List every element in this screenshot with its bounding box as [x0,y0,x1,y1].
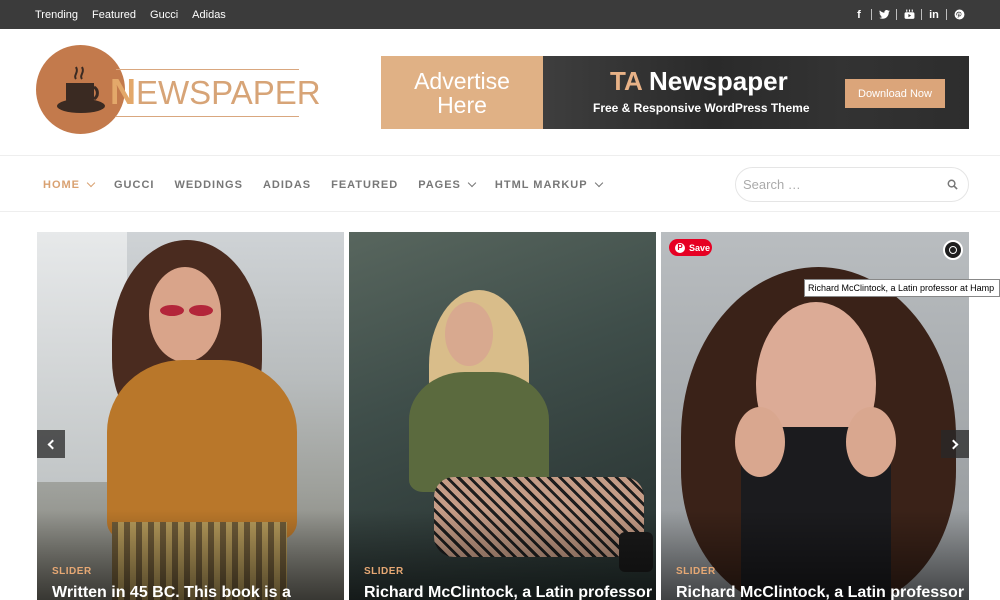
nav-item-label: HTML MARKUP [494,178,588,191]
slider-next-button[interactable] [941,430,969,458]
slider-prev-button[interactable] [37,430,65,458]
sunglasses-right [189,305,213,316]
chevron-right-icon [948,439,959,449]
pinterest-save-button[interactable]: P Save [669,239,712,256]
save-label: Save [689,242,711,253]
top-menu: Trending Featured Gucci Adidas [35,0,240,29]
slide-title[interactable]: Richard McClintock, a Latin professor [364,584,652,600]
nav-items: HOME GUCCI WEDDINGS ADIDAS FEATURED PAGE… [43,156,622,213]
download-now-button[interactable]: Download Now [845,79,945,108]
tooltip: Richard McClintock, a Latin professor at… [804,279,1000,297]
nav-item-label: ADIDAS [262,178,312,191]
linkedin-icon[interactable]: in [928,9,940,21]
ad-theme-promo: TA Newspaper Free & Responsive WordPress… [543,56,969,129]
logo-rest: EWSPAPER [136,74,321,111]
top-menu-item-trending[interactable]: Trending [35,9,78,21]
shirt-shape [409,372,549,492]
divider [921,9,922,20]
nav-item-featured[interactable]: FEATURED [331,179,398,191]
ad-title: TA Newspaper [610,66,788,97]
nav-item-weddings[interactable]: WEDDINGS [174,179,243,191]
advertise-line-1: Advertise [414,67,510,94]
chevron-down-icon [467,178,477,187]
face-shape [149,267,221,362]
face-shape [445,302,493,366]
ad-title-rest: Newspaper [641,66,788,96]
nav-item-adidas[interactable]: ADIDAS [263,179,311,191]
visual-search-icon[interactable] [943,240,963,260]
divider [871,9,872,20]
slide-category[interactable]: SLIDER [52,566,92,577]
top-menu-item-adidas[interactable]: Adidas [192,9,226,21]
nav-item-gucci[interactable]: GUCCI [114,179,154,191]
logo-text: NEWSPAPER [110,74,321,111]
top-bar: Trending Featured Gucci Adidas f in [0,0,1000,29]
logo-line-top [116,69,299,70]
twitter-icon[interactable] [878,10,890,19]
slide-title[interactable]: Richard McClintock, a Latin professor [676,584,964,600]
nav-item-label: PAGES [418,178,461,191]
site-logo[interactable]: NEWSPAPER [36,45,321,135]
chevron-down-icon [86,178,96,187]
sunglasses-left [160,305,184,316]
advertise-here-box: Advertise Here [381,56,543,129]
divider [946,9,947,20]
social-links: f in [853,0,965,29]
hand-left [735,407,785,477]
slide-category[interactable]: SLIDER [364,566,404,577]
nav-item-html-markup[interactable]: HTML MARKUP [494,178,603,191]
nav-item-label: WEDDINGS [174,178,243,191]
nav-item-home[interactable]: HOME [43,178,96,191]
pinterest-icon[interactable] [953,9,965,20]
slide-title[interactable]: Written in 45 BC. This book is a [52,584,291,600]
top-menu-item-featured[interactable]: Featured [92,9,136,21]
youtube-icon[interactable] [903,9,915,20]
advertise-line-2: Here [437,91,487,118]
logo-line-bottom [116,116,299,117]
search-icon[interactable] [947,179,958,190]
hand-right [846,407,896,477]
ad-title-prefix: TA [610,66,642,96]
facebook-icon[interactable]: f [853,9,865,21]
search-box [735,167,969,202]
nav-item-label: GUCCI [114,178,155,191]
slide-1[interactable]: SLIDER Written in 45 BC. This book is a [37,232,344,600]
nav-item-pages[interactable]: PAGES [418,178,477,191]
divider [896,9,897,20]
nav-item-label: HOME [43,178,80,191]
search-input[interactable] [743,174,933,195]
logo-initial: N [110,71,136,112]
ad-banner[interactable]: Advertise Here TA Newspaper Free & Respo… [381,56,969,129]
chevron-left-icon [47,439,58,449]
ad-subtitle: Free & Responsive WordPress Theme [593,101,810,115]
nav-item-label: FEATURED [331,178,399,191]
chevron-down-icon [594,178,603,187]
slide-category[interactable]: SLIDER [676,566,716,577]
slide-2[interactable]: SLIDER Richard McClintock, a Latin profe… [349,232,656,600]
top-menu-item-gucci[interactable]: Gucci [150,9,178,21]
pinterest-icon: P [675,242,685,253]
